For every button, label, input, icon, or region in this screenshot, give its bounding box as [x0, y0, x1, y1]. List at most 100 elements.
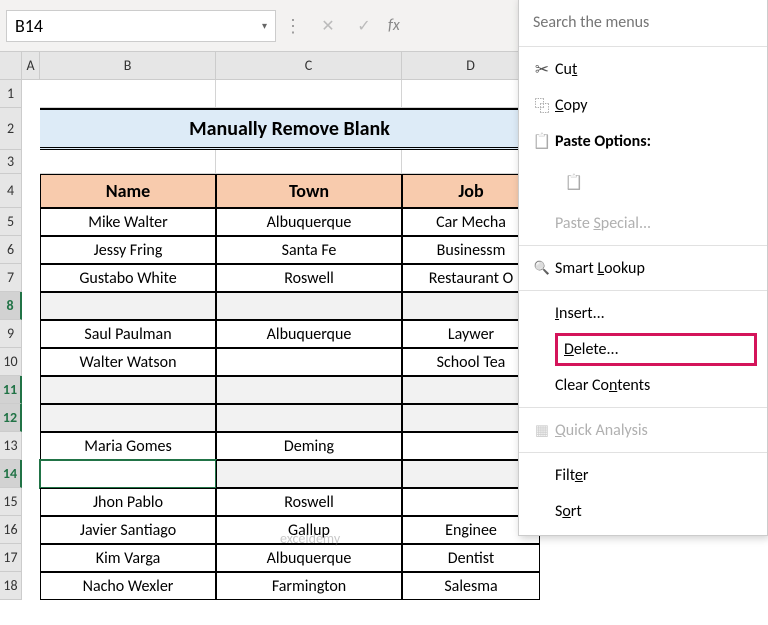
menu-copy[interactable]: Copy: [519, 87, 767, 123]
table-cell[interactable]: Roswell: [216, 488, 402, 516]
cell[interactable]: [22, 348, 40, 376]
menu-label: Sort: [555, 502, 757, 521]
table-cell[interactable]: Albuquerque: [216, 320, 402, 348]
drag-handle-icon: ⋮: [284, 15, 302, 37]
menu-label: Filter: [555, 466, 757, 485]
col-header-B[interactable]: B: [40, 52, 216, 80]
row-header[interactable]: 4: [0, 174, 22, 208]
menu-separator: [519, 452, 767, 453]
menu-cut[interactable]: Cut: [519, 51, 767, 87]
col-header-A[interactable]: A: [22, 52, 40, 80]
table-cell[interactable]: Roswell: [216, 264, 402, 292]
cell-reference: B14: [15, 15, 43, 37]
table-cell[interactable]: Gustabo White: [40, 264, 216, 292]
cell[interactable]: [22, 208, 40, 236]
table-cell[interactable]: Albuquerque: [216, 544, 402, 572]
menu-label: Smart Lookup: [555, 259, 757, 278]
row-header[interactable]: 3: [0, 150, 22, 174]
cell[interactable]: [40, 80, 216, 108]
table-cell[interactable]: Santa Fe: [216, 236, 402, 264]
name-box[interactable]: B14 ▾: [6, 10, 276, 42]
cell[interactable]: [22, 376, 40, 404]
table-cell[interactable]: Salesma: [402, 572, 540, 600]
table-cell[interactable]: [216, 348, 402, 376]
row-header[interactable]: 7: [0, 264, 22, 292]
menu-sort[interactable]: Sort: [519, 493, 767, 529]
table-cell[interactable]: Mike Walter: [40, 208, 216, 236]
table-cell[interactable]: Gallup: [216, 516, 402, 544]
cell[interactable]: [22, 432, 40, 460]
menu-search-input[interactable]: [529, 9, 757, 36]
menu-clear-contents[interactable]: Clear Contents: [519, 367, 767, 403]
row-header[interactable]: 16: [0, 516, 22, 544]
menu-smart-lookup[interactable]: Smart Lookup: [519, 250, 767, 286]
table-cell[interactable]: [40, 460, 216, 488]
row-header[interactable]: 1: [0, 80, 22, 108]
table-cell[interactable]: [216, 292, 402, 320]
cell[interactable]: [22, 150, 40, 174]
cancel-formula-icon: ✕: [310, 10, 346, 42]
cell[interactable]: [22, 264, 40, 292]
cell[interactable]: [22, 460, 40, 488]
cell[interactable]: [22, 292, 40, 320]
table-cell[interactable]: Kim Varga: [40, 544, 216, 572]
table-cell[interactable]: [40, 404, 216, 432]
table-cell[interactable]: Albuquerque: [216, 208, 402, 236]
table-cell[interactable]: [216, 460, 402, 488]
table-cell[interactable]: Maria Gomes: [40, 432, 216, 460]
cell[interactable]: [22, 108, 40, 150]
row-header[interactable]: 14: [0, 460, 22, 488]
row-header[interactable]: 6: [0, 236, 22, 264]
table-cell[interactable]: Farmington: [216, 572, 402, 600]
row-header[interactable]: 17: [0, 544, 22, 572]
menu-delete[interactable]: Delete...: [519, 331, 767, 367]
table-cell[interactable]: Jessy Fring: [40, 236, 216, 264]
cell[interactable]: [22, 544, 40, 572]
table-cell[interactable]: [40, 292, 216, 320]
cell[interactable]: [22, 572, 40, 600]
menu-insert[interactable]: Insert...: [519, 295, 767, 331]
title-cell[interactable]: Manually Remove Blank: [40, 108, 540, 150]
cell[interactable]: [22, 320, 40, 348]
select-all-corner[interactable]: [0, 52, 22, 80]
table-header[interactable]: Town: [216, 174, 402, 208]
table-cell[interactable]: Walter Watson: [40, 348, 216, 376]
menu-quick-analysis: Quick Analysis: [519, 412, 767, 448]
copy-icon: [529, 95, 555, 116]
cell[interactable]: [22, 516, 40, 544]
row-header[interactable]: 18: [0, 572, 22, 600]
menu-filter[interactable]: Filter: [519, 457, 767, 493]
cell[interactable]: [22, 174, 40, 208]
table-cell[interactable]: Saul Paulman: [40, 320, 216, 348]
table-cell[interactable]: [40, 376, 216, 404]
row-header[interactable]: 9: [0, 320, 22, 348]
cell[interactable]: [22, 80, 40, 108]
row-header[interactable]: 5: [0, 208, 22, 236]
table-cell[interactable]: Jhon Pablo: [40, 488, 216, 516]
cell[interactable]: [216, 80, 402, 108]
cell[interactable]: [22, 236, 40, 264]
row-header[interactable]: 12: [0, 404, 22, 432]
table-header[interactable]: Name: [40, 174, 216, 208]
menu-search[interactable]: [529, 9, 757, 36]
menu-paste-special: Paste Special...: [519, 205, 767, 241]
table-cell[interactable]: Javier Santiago: [40, 516, 216, 544]
cell[interactable]: [22, 404, 40, 432]
row-header[interactable]: 10: [0, 348, 22, 376]
cell[interactable]: [40, 150, 216, 174]
cell[interactable]: [216, 150, 402, 174]
table-cell[interactable]: Nacho Wexler: [40, 572, 216, 600]
table-cell[interactable]: Deming: [216, 432, 402, 460]
cell[interactable]: [22, 488, 40, 516]
row-header[interactable]: 2: [0, 108, 22, 150]
row-header[interactable]: 8: [0, 292, 22, 320]
table-cell[interactable]: Dentist: [402, 544, 540, 572]
row-header[interactable]: 11: [0, 376, 22, 404]
fx-label[interactable]: fx: [388, 16, 400, 35]
table-cell[interactable]: [216, 376, 402, 404]
table-cell[interactable]: [216, 404, 402, 432]
row-header[interactable]: 15: [0, 488, 22, 516]
dropdown-arrow-icon[interactable]: ▾: [262, 19, 267, 32]
col-header-C[interactable]: C: [216, 52, 402, 80]
row-header[interactable]: 13: [0, 432, 22, 460]
